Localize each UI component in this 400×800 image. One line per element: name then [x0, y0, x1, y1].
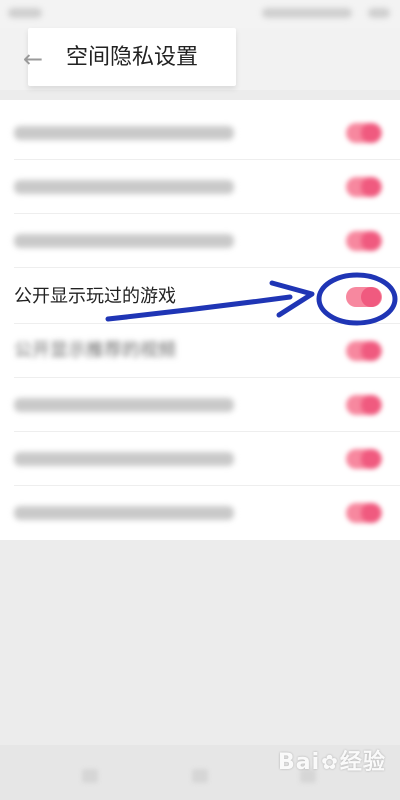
paw-icon: ✿: [321, 750, 339, 774]
status-indicators: [262, 8, 352, 18]
setting-label: [14, 234, 234, 248]
setting-row-played-games[interactable]: 公开显示玩过的游戏: [0, 270, 400, 324]
setting-label: [14, 506, 234, 520]
toggle-switch[interactable]: [346, 177, 382, 197]
toggle-switch-played-games[interactable]: [346, 287, 382, 307]
nav-home-icon[interactable]: [192, 769, 208, 783]
toggle-switch[interactable]: [346, 449, 382, 469]
page-title: 空间隐私设置: [66, 45, 199, 70]
divider: [14, 267, 400, 268]
settings-list: 公开显示玩过的游戏 公开显示推荐的视频: [0, 100, 400, 540]
setting-label: 公开显示推荐的视频: [14, 340, 176, 361]
toggle-knob: [361, 395, 381, 415]
setting-label: [14, 452, 234, 466]
setting-label: 公开显示玩过的游戏: [14, 286, 176, 307]
baidu-watermark: Bai✿经验: [278, 742, 386, 782]
nav-back-icon[interactable]: [82, 769, 98, 783]
watermark-text-left: Bai: [278, 750, 321, 775]
toggle-knob: [361, 341, 381, 361]
watermark-text-right: 经验: [339, 750, 386, 775]
setting-row-1[interactable]: [0, 106, 400, 160]
toggle-switch[interactable]: [346, 341, 382, 361]
toggle-knob: [361, 123, 381, 143]
toggle-switch[interactable]: [346, 123, 382, 143]
setting-row-3[interactable]: [0, 214, 400, 268]
toggle-knob: [361, 287, 381, 307]
setting-row-7[interactable]: [0, 432, 400, 486]
app-screen: ← 空间隐私设置 公开显示玩过的游戏 公开显示推荐的视频 Bai✿经验: [0, 0, 400, 800]
toggle-knob: [361, 177, 381, 197]
toggle-switch[interactable]: [346, 503, 382, 523]
setting-row-6[interactable]: [0, 378, 400, 432]
setting-label: [14, 180, 234, 194]
toggle-knob: [361, 503, 381, 523]
status-bar: [0, 0, 400, 28]
setting-row-recommended-videos[interactable]: 公开显示推荐的视频: [0, 324, 400, 378]
toggle-knob: [361, 449, 381, 469]
setting-label: [14, 398, 234, 412]
status-time: [8, 8, 42, 18]
toggle-knob: [361, 231, 381, 251]
setting-label: [14, 126, 234, 140]
setting-row-2[interactable]: [0, 160, 400, 214]
back-arrow-icon[interactable]: ←: [18, 44, 48, 74]
setting-row-8[interactable]: [0, 486, 400, 540]
battery-icon: [368, 8, 390, 18]
toggle-switch[interactable]: [346, 395, 382, 415]
toggle-switch[interactable]: [346, 231, 382, 251]
